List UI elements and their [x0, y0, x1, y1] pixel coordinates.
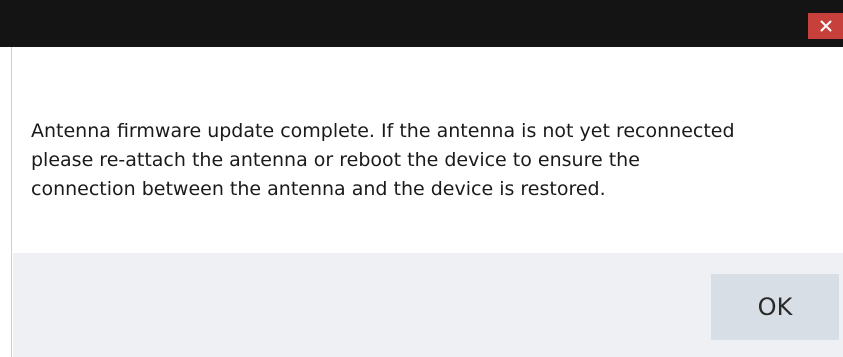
- dialog-message: Antenna firmware update complete. If the…: [31, 120, 735, 200]
- title-bar: [0, 0, 843, 47]
- dialog-left-border: [0, 47, 12, 357]
- close-button[interactable]: [808, 13, 843, 39]
- firmware-update-dialog: Antenna firmware update complete. If the…: [0, 0, 843, 357]
- close-icon: [820, 20, 832, 32]
- dialog-footer: OK: [13, 253, 843, 357]
- ok-button[interactable]: OK: [711, 274, 839, 340]
